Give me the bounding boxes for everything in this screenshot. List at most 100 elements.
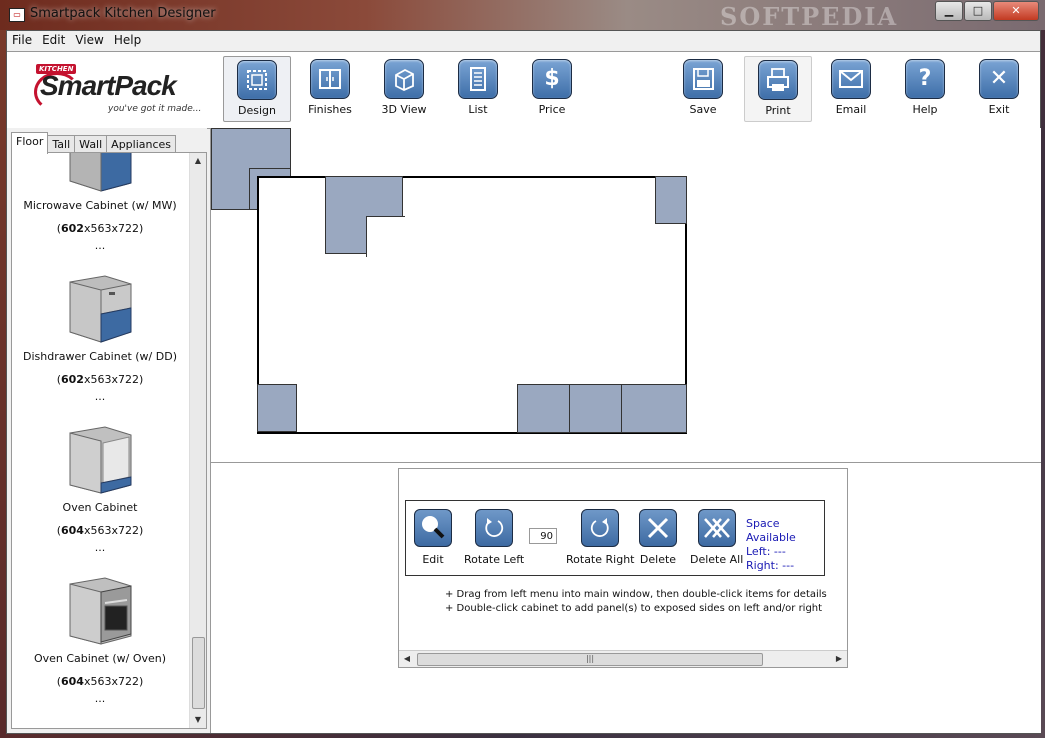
logo-brand: SmartPack (40, 70, 177, 101)
floppy-icon (683, 59, 723, 99)
menu-edit[interactable]: Edit (37, 31, 70, 51)
rotate-right-icon (581, 509, 620, 547)
save-button[interactable]: Save (670, 56, 736, 120)
list-button[interactable]: List (445, 56, 511, 120)
cube-icon (384, 59, 424, 99)
exit-button[interactable]: ✕ Exit (966, 56, 1032, 120)
list-item[interactable]: Oven Cabinet (w/ Oven) (604x563x722) ... (12, 576, 188, 727)
oven-cabinet-image (65, 425, 135, 495)
delete-label: Delete (639, 553, 677, 566)
bottom-cabinet-1[interactable] (517, 384, 571, 433)
finishes-button[interactable]: Finishes (297, 56, 363, 120)
watermark: SOFTPEDIA (720, 2, 899, 31)
title-bar: ▭ Smartpack Kitchen Designer SOFTPEDIA ▁… (0, 0, 1045, 31)
rotate-left-button[interactable]: Rotate Left (464, 509, 524, 566)
delete-all-button[interactable]: Delete All (690, 509, 743, 566)
close-window-button[interactable]: ✕ (993, 1, 1039, 21)
menu-view[interactable]: View (70, 31, 108, 51)
scroll-thumb[interactable] (192, 637, 205, 709)
more-ellipsis: ... (94, 692, 106, 705)
horizontal-scroll-thumb[interactable]: ||| (417, 653, 763, 666)
close-icon: ✕ (979, 59, 1019, 99)
price-label: Price (538, 103, 566, 116)
list-item[interactable]: Oven Cabinet (604x563x722) ... (12, 425, 188, 576)
edit-toolbox: Edit Rotate Left 90 Rotate Right Delete … (405, 500, 825, 576)
catalog-tabs: Floor Tall Wall Appliances (11, 132, 177, 154)
space-right-value: Right: --- (746, 559, 795, 572)
bottom-cabinet-3[interactable] (621, 384, 687, 433)
cabinet-name: Microwave Cabinet (w/ MW) (23, 199, 177, 212)
top-right-cabinet[interactable] (655, 176, 687, 224)
scroll-left-arrow[interactable]: ◀ (399, 651, 415, 667)
rotation-angle-input[interactable]: 90 (529, 528, 557, 544)
app-frame: File Edit View Help KITCHEN SmartPack yo… (6, 30, 1041, 734)
tab-wall[interactable]: Wall (74, 135, 108, 153)
delete-all-icon (697, 509, 736, 547)
rotate-right-label: Rotate Right (566, 553, 635, 566)
list-item[interactable]: Microwave Cabinet (w/ MW) (602x563x722) … (12, 153, 188, 274)
menu-help[interactable]: Help (109, 31, 146, 51)
scroll-up-arrow[interactable]: ▲ (190, 153, 206, 169)
edit-button[interactable]: Edit (414, 509, 452, 566)
question-icon: ? (905, 59, 945, 99)
tab-floor[interactable]: Floor (11, 132, 49, 154)
cabinet-name: Oven Cabinet (w/ Oven) (33, 652, 167, 665)
scroll-down-arrow[interactable]: ▼ (190, 712, 206, 728)
edit-label: Edit (422, 553, 444, 566)
logo-tagline: you've got it made... (108, 104, 202, 114)
rotate-right-button[interactable]: Rotate Right (566, 509, 634, 566)
dishdrawer-cabinet-image (65, 274, 135, 344)
tab-appliances[interactable]: Appliances (106, 135, 177, 153)
space-available: Space Available Left: --- Right: --- (746, 517, 824, 573)
list-label: List (468, 103, 488, 116)
more-ellipsis: ... (94, 541, 106, 554)
list-item[interactable]: Dishdrawer Cabinet (w/ DD) (602x563x722)… (12, 274, 188, 425)
envelope-icon (831, 59, 871, 99)
print-button[interactable]: Print (744, 56, 812, 122)
space-left-value: Left: --- (746, 545, 786, 558)
bottom-left-cabinet[interactable] (257, 384, 297, 432)
delete-button[interactable]: Delete (639, 509, 677, 566)
design-button[interactable]: Design (223, 56, 291, 122)
design-icon (237, 60, 277, 100)
edit-panel-scrollbar[interactable]: ◀ ||| ▶ (399, 650, 847, 667)
catalog-panel: Floor Tall Wall Appliances Microwave Cab… (7, 128, 207, 733)
delete-all-label: Delete All (690, 553, 744, 566)
design-canvas[interactable] (210, 128, 1041, 463)
delete-icon (639, 509, 677, 547)
rotate-left-icon (475, 509, 514, 547)
microwave-cabinet-image (65, 153, 135, 193)
smartpack-logo: KITCHEN SmartPack you've got it made... (32, 64, 212, 116)
maximize-button[interactable]: □ (964, 1, 992, 21)
cabinet-dimensions: (604x563x722) (56, 675, 144, 688)
menu-file[interactable]: File (7, 31, 37, 51)
menu-bar: File Edit View Help (7, 31, 1040, 51)
more-ellipsis: ... (94, 239, 106, 252)
space-available-title: Space Available (746, 517, 796, 544)
cabinet-name: Oven Cabinet (62, 501, 138, 514)
cabinet-name: Dishdrawer Cabinet (w/ DD) (23, 350, 177, 363)
scroll-right-arrow[interactable]: ▶ (831, 651, 847, 667)
catalog-scrollbar[interactable]: ▲ ▼ (189, 153, 206, 728)
hint-panels: + Double-click cabinet to add panel(s) t… (445, 603, 823, 614)
help-button[interactable]: ? Help (892, 56, 958, 120)
tab-tall[interactable]: Tall (47, 135, 76, 153)
bottom-area: Edit Rotate Left 90 Rotate Right Delete … (210, 463, 1041, 733)
print-label: Print (765, 104, 791, 117)
hint-drag: + Drag from left menu into main window, … (445, 589, 827, 600)
minimize-button[interactable]: ▁ (935, 1, 963, 21)
bottom-cabinet-2[interactable] (569, 384, 623, 433)
magnifier-icon (414, 509, 452, 547)
list-icon (458, 59, 498, 99)
dollar-icon: $ (532, 59, 572, 99)
design-label: Design (238, 104, 276, 117)
email-button[interactable]: Email (818, 56, 884, 120)
3d-view-button[interactable]: 3D View (371, 56, 437, 120)
price-button[interactable]: $ Price (519, 56, 585, 120)
3d-view-label: 3D View (381, 103, 427, 116)
l-cabinet-cutout (366, 216, 405, 257)
catalog-list: Microwave Cabinet (w/ MW) (602x563x722) … (11, 152, 207, 729)
finishes-icon (310, 59, 350, 99)
printer-icon (758, 60, 798, 100)
finishes-label: Finishes (308, 103, 352, 116)
